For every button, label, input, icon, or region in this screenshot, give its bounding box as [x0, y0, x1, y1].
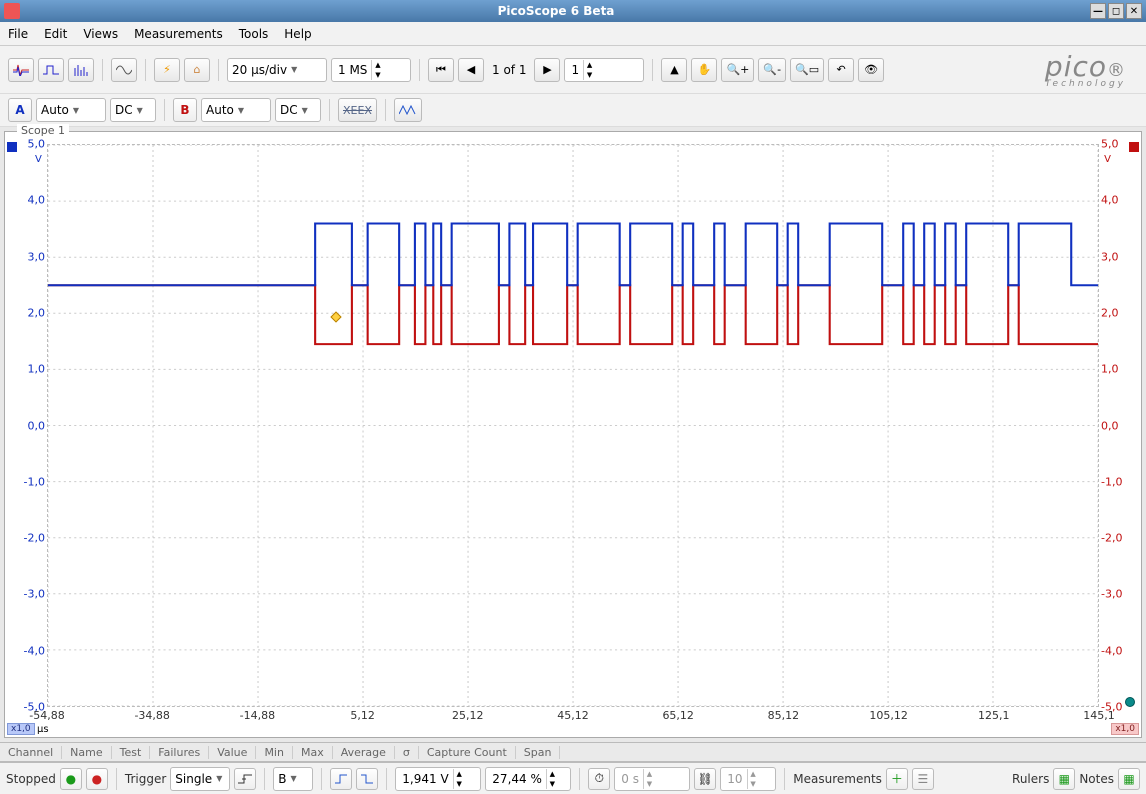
zoom-area-button[interactable]: 🔍▭	[790, 58, 824, 82]
rulers-label: Rulers	[1012, 772, 1049, 786]
buffer-page-label: 1 of 1	[488, 63, 530, 77]
scope-plot[interactable]	[47, 144, 1099, 707]
menu-measurements[interactable]: Measurements	[134, 27, 223, 41]
channel-a-coupling-select[interactable]: DC▼	[110, 98, 156, 122]
trigger-label: Trigger	[125, 772, 166, 786]
spectrum-mode-button[interactable]	[68, 58, 94, 82]
x-unit-label: µs	[37, 724, 49, 735]
scope-mode-button[interactable]	[8, 58, 34, 82]
signal-generator-button[interactable]	[111, 58, 137, 82]
channel-b-chip[interactable]: B	[173, 98, 197, 122]
trigger-position-spin[interactable]: 27,44 %▲▼	[485, 767, 571, 791]
minimize-button[interactable]: —	[1090, 3, 1106, 19]
trigger-rising-button[interactable]	[330, 768, 352, 790]
trigger-level-spin[interactable]: 1,941 V▲▼	[395, 767, 481, 791]
y-unit-a-label: V	[35, 154, 42, 165]
y-axis-a: 5,04,03,02,01,00,0-1,0-2,0-3,0-4,0-5,0	[5, 144, 47, 707]
scope-title: Scope 1	[17, 124, 69, 137]
titlebar: PicoScope 6 Beta — ◻ ✕	[0, 0, 1146, 22]
zoom-overview-button[interactable]: 👁	[858, 58, 884, 82]
zoom-badge-b: x1,0	[1111, 723, 1139, 735]
toolbar-main: ⚡ ⌂ 20 µs/div▼ 1 MS▲▼ ⏮ ◀ 1 of 1 ▶ 1▲▼ ▲…	[0, 46, 1146, 94]
pan-tool-button[interactable]: ✋	[691, 58, 717, 82]
notes-label: Notes	[1079, 772, 1114, 786]
trigger-source-select[interactable]: B▼	[273, 767, 313, 791]
run-state-label: Stopped	[6, 772, 56, 786]
toolbar-channels: A Auto▼ DC▼ B Auto▼ DC▼ XEEX	[0, 94, 1146, 127]
stop-button[interactable]: ●	[86, 768, 108, 790]
zoom-out-button[interactable]: 🔍-	[758, 58, 786, 82]
next-buffer-button[interactable]: ▶	[534, 58, 560, 82]
window-title: PicoScope 6 Beta	[24, 4, 1088, 18]
math-channel-button[interactable]	[394, 98, 422, 122]
menu-file[interactable]: File	[8, 27, 28, 41]
add-measurement-button[interactable]: ＋	[886, 768, 908, 790]
app-icon	[4, 3, 20, 19]
menu-help[interactable]: Help	[284, 27, 311, 41]
trigger-delay-spin[interactable]: 0 s▲▼	[614, 767, 690, 791]
rapid-trigger-toggle[interactable]: ⛓	[694, 768, 716, 790]
undo-zoom-button[interactable]: ↶	[828, 58, 854, 82]
serial-decode-button[interactable]: XEEX	[338, 98, 377, 122]
trigger-edge-button[interactable]	[234, 768, 256, 790]
y-unit-b-label: V	[1104, 154, 1111, 165]
trigger-mode-select[interactable]: Single▼	[170, 767, 230, 791]
maximize-button[interactable]: ◻	[1108, 3, 1124, 19]
waveform-spin[interactable]: 1▲▼	[564, 58, 644, 82]
auto-setup-button[interactable]: ⚡	[154, 58, 180, 82]
channel-b-coupling-select[interactable]: DC▼	[275, 98, 321, 122]
menu-edit[interactable]: Edit	[44, 27, 67, 41]
channel-a-chip[interactable]: A	[8, 98, 32, 122]
samples-spin[interactable]: 1 MS▲▼	[331, 58, 411, 82]
close-button[interactable]: ✕	[1126, 3, 1142, 19]
notes-button[interactable]: ▦	[1118, 768, 1140, 790]
channel-b-range-select[interactable]: Auto▼	[201, 98, 271, 122]
statusbar: Stopped ● ● Trigger Single▼ B▼ 1,941 V▲▼…	[0, 762, 1146, 794]
remove-measurement-button[interactable]: ☰	[912, 768, 934, 790]
trigger-falling-button[interactable]	[356, 768, 378, 790]
measurements-table-header: ChannelNameTestFailuresValueMinMaxAverag…	[0, 742, 1146, 762]
measurements-label: Measurements	[793, 772, 882, 786]
x-axis: -54,88-34,88-14,885,1225,1245,1265,1285,…	[47, 709, 1099, 723]
rulers-button[interactable]: ▦	[1053, 768, 1075, 790]
prev-buffer-button[interactable]: ◀	[458, 58, 484, 82]
run-button[interactable]: ●	[60, 768, 82, 790]
y-axis-b: 5,04,03,02,01,00,0-1,0-2,0-3,0-4,0-5,0	[1099, 144, 1141, 707]
menubar: File Edit Views Measurements Tools Help	[0, 22, 1146, 46]
trigger-delay-toggle[interactable]: ⏱	[588, 768, 610, 790]
pointer-tool-button[interactable]: ▲	[661, 58, 687, 82]
first-buffer-button[interactable]: ⏮	[428, 58, 454, 82]
trigger-count-spin[interactable]: 10▲▼	[720, 767, 776, 791]
scope-view[interactable]: Scope 1 5,04,03,02,01,00,0-1,0-2,0-3,0-4…	[4, 131, 1142, 738]
trigger-time-marker-icon[interactable]	[1125, 697, 1135, 707]
persistence-mode-button[interactable]	[38, 58, 64, 82]
timebase-select[interactable]: 20 µs/div▼	[227, 58, 327, 82]
menu-tools[interactable]: Tools	[239, 27, 269, 41]
home-button[interactable]: ⌂	[184, 58, 210, 82]
pico-logo: pico® Technology	[1045, 50, 1138, 89]
zoom-badge-a: x1,0	[7, 723, 35, 735]
channel-a-range-select[interactable]: Auto▼	[36, 98, 106, 122]
zoom-in-button[interactable]: 🔍+	[721, 58, 754, 82]
menu-views[interactable]: Views	[83, 27, 118, 41]
